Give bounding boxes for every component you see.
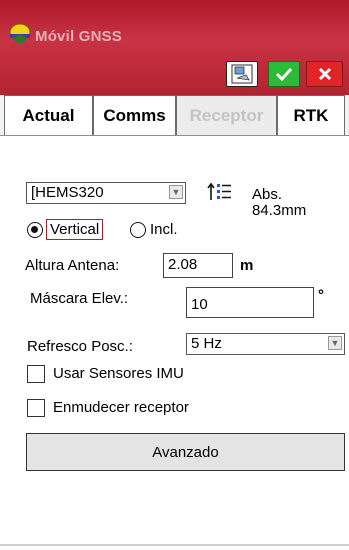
elev-mask-label: Máscara Elev.: xyxy=(30,290,129,307)
tab-receptor[interactable]: Receptor xyxy=(176,95,277,135)
helmet-icon xyxy=(9,23,31,43)
antenna-list-button[interactable] xyxy=(206,180,233,204)
mute-receiver-label[interactable]: Enmudecer receptor xyxy=(53,399,189,416)
incl-label[interactable]: Incl. xyxy=(150,221,178,238)
abs-value: 84.3mm xyxy=(252,202,307,219)
antenna-select[interactable]: [HEMS320 ▼ xyxy=(26,182,186,204)
antenna-height-input[interactable]: 2.08 xyxy=(163,253,233,278)
antenna-height-unit: m xyxy=(240,257,254,274)
refresh-select[interactable]: 5 Hz ▼ xyxy=(186,333,345,355)
chevron-down-icon: ▼ xyxy=(169,185,183,199)
app-title: Móvil GNSS xyxy=(35,28,123,45)
imu-checkbox[interactable] xyxy=(27,365,45,383)
bottom-divider xyxy=(0,544,349,546)
tab-comms[interactable]: Comms xyxy=(93,95,176,135)
check-icon xyxy=(275,67,293,82)
advanced-button[interactable]: Avanzado xyxy=(26,433,345,471)
imu-label[interactable]: Usar Sensores IMU xyxy=(53,365,184,382)
chevron-down-icon: ▼ xyxy=(328,336,342,350)
receiver-icon xyxy=(231,64,253,84)
refresh-select-value: 5 Hz xyxy=(191,335,222,352)
cancel-button[interactable] xyxy=(306,61,343,87)
elev-mask-unit: ° xyxy=(318,287,324,304)
mute-receiver-checkbox[interactable] xyxy=(27,399,45,417)
tab-rtk[interactable]: RTK xyxy=(277,95,345,135)
tab-bar: Actual Comms Receptor RTK xyxy=(0,95,349,136)
vertical-label[interactable]: Vertical xyxy=(46,219,104,240)
vertical-radio[interactable] xyxy=(27,222,43,238)
incl-radio[interactable] xyxy=(130,222,146,238)
title-bar: Móvil GNSS xyxy=(0,0,349,95)
x-icon xyxy=(318,67,331,81)
ok-button[interactable] xyxy=(268,61,300,87)
antenna-height-label: Altura Antena: xyxy=(25,257,120,274)
abs-label: Abs. xyxy=(252,186,283,203)
antenna-select-value: [HEMS320 xyxy=(31,184,104,201)
receiver-config-button[interactable] xyxy=(226,61,258,87)
tab-actual[interactable]: Actual xyxy=(4,95,93,135)
refresh-label: Refresco Posc.: xyxy=(27,338,133,355)
elev-mask-input[interactable]: 10 xyxy=(186,287,314,318)
